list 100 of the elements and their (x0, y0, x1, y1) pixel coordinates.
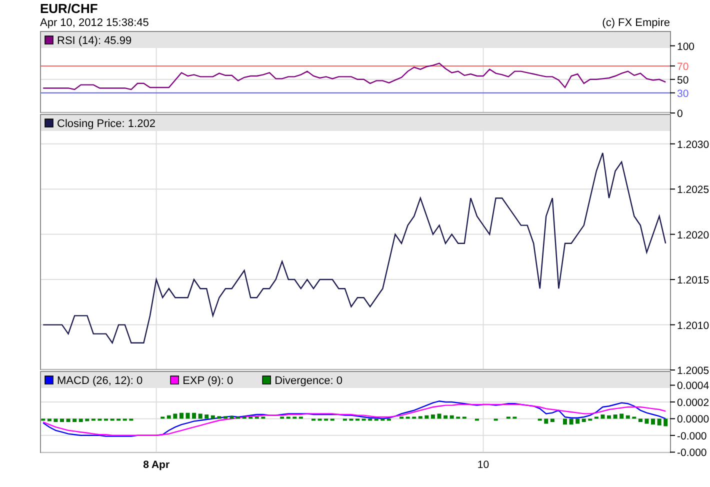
histogram-bar (98, 418, 102, 421)
axis-label: 1.2015 (677, 274, 710, 287)
histogram-bar (494, 418, 498, 421)
histogram-bar (173, 414, 178, 419)
histogram-bar (186, 412, 190, 419)
axis-label: 1.2010 (677, 320, 710, 332)
histogram-bar (613, 414, 618, 419)
histogram-bar (456, 416, 460, 419)
legend-label: Closing Price: 1.202 (57, 118, 156, 130)
histogram-bar (406, 416, 410, 419)
histogram-bar (424, 415, 429, 419)
histogram-bar (657, 418, 662, 426)
axis-label: 1.2025 (677, 184, 710, 196)
histogram-bar (210, 415, 215, 419)
histogram-bar (47, 418, 52, 422)
histogram-bar (506, 416, 510, 419)
histogram-bar (242, 416, 246, 419)
histogram-bar (41, 418, 46, 421)
histogram-bar (78, 418, 83, 422)
histogram-bar (412, 416, 416, 419)
histogram-bar (632, 416, 636, 419)
histogram-bar (261, 416, 266, 419)
histogram-bar (248, 416, 253, 419)
histogram-bar (437, 414, 442, 419)
axis-label: 8 Apr (143, 459, 170, 471)
histogram-bar (129, 418, 134, 421)
histogram-bar (166, 415, 171, 419)
histogram-bar (91, 418, 96, 421)
histogram-bar (230, 416, 234, 419)
axis-label: -0.000 (677, 430, 707, 442)
histogram-bar (418, 416, 422, 419)
histogram-bar (607, 415, 611, 419)
histogram-bar (626, 415, 630, 419)
legend-label: RSI (14): 45.99 (57, 35, 132, 47)
axis-label: 70 (677, 60, 689, 73)
histogram-bar (664, 418, 668, 426)
histogram-bar (179, 412, 184, 419)
axis-label: 1.2005 (677, 365, 710, 377)
histogram-bar (298, 416, 303, 419)
histogram-bar (330, 418, 334, 421)
histogram-bar (512, 416, 517, 419)
histogram-bar (104, 418, 108, 421)
histogram-bar (386, 418, 391, 421)
histogram-bar (54, 418, 58, 422)
histogram-bar (60, 418, 64, 422)
axis-label: 0 (677, 108, 683, 120)
legend-label: EXP (9): 0 (182, 375, 234, 387)
histogram-bar (400, 416, 404, 419)
histogram-bar (362, 418, 366, 421)
histogram-bar (538, 418, 542, 421)
histogram-bar (620, 414, 624, 419)
histogram-bar (444, 415, 448, 419)
timestamp: Apr 10, 2012 15:38:45 (40, 16, 149, 30)
histogram-bar (450, 415, 454, 419)
copyright-text: (c) FX Empire (602, 16, 670, 30)
histogram-bar (644, 418, 649, 424)
histogram-bar (462, 416, 466, 419)
histogram-bar (198, 414, 202, 419)
histogram-bar (342, 418, 347, 421)
histogram-bar (544, 418, 548, 424)
histogram-bar (280, 416, 284, 419)
histogram-bar (594, 416, 598, 419)
histogram-bar (66, 418, 70, 422)
histogram-bar (217, 416, 222, 419)
histogram-bar (356, 418, 360, 421)
axis-label: 100 (677, 40, 695, 53)
histogram-bar (576, 418, 580, 424)
histogram-bar (349, 418, 354, 421)
histogram-bar (582, 418, 586, 422)
histogram-bar (122, 418, 127, 421)
histogram-bar (474, 418, 479, 421)
histogram-bar (192, 412, 196, 419)
histogram-bar (324, 418, 328, 421)
histogram-bar (85, 418, 90, 422)
axis-label: 1.2020 (677, 229, 710, 242)
histogram-bar (550, 418, 554, 422)
histogram-bar (563, 418, 567, 425)
axis-label: 0.0004 (677, 380, 710, 392)
axis-label: 0.0002 (677, 396, 710, 409)
legend-label: Divergence: 0 (274, 375, 342, 387)
histogram-bar (600, 414, 605, 419)
histogram-bar (254, 416, 259, 419)
axis-label: 30 (677, 88, 689, 100)
histogram-bar (588, 418, 592, 421)
axis-label: -0.000 (677, 447, 707, 460)
histogram-bar (292, 416, 297, 419)
histogram-bar (318, 418, 322, 421)
histogram-bar (110, 418, 114, 421)
histogram-bar (204, 414, 209, 419)
axis-label: 10 (477, 459, 490, 471)
histogram-bar (160, 416, 165, 419)
histogram-bar (72, 418, 77, 422)
histogram-bar (380, 418, 385, 421)
histogram-bar (638, 418, 642, 422)
histogram-bar (286, 416, 290, 419)
histogram-bar (236, 416, 240, 419)
histogram-bar (223, 416, 228, 419)
histogram-bar (374, 418, 378, 421)
histogram-bar (312, 418, 316, 421)
histogram-bar (569, 418, 574, 425)
